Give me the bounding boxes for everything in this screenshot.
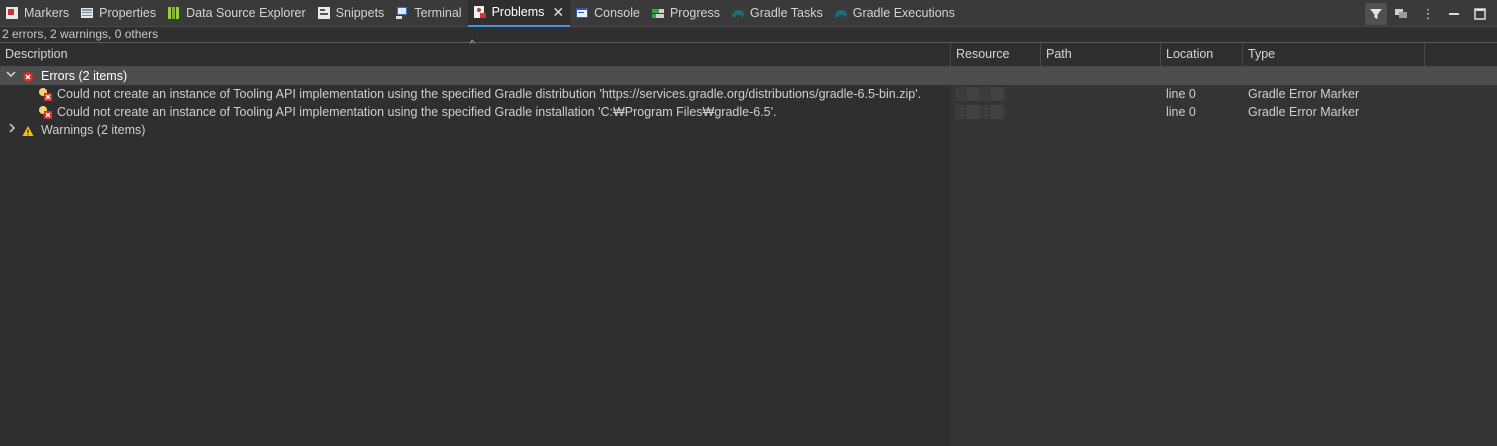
column-header-description[interactable]: Description (0, 43, 951, 66)
problem-location: line 0 (1166, 87, 1196, 101)
group-row-errors[interactable]: Errors (2 items) (0, 67, 1497, 85)
redacted-resource (955, 87, 1005, 101)
chevron-down-icon[interactable] (6, 67, 16, 85)
group-label: Warnings (2 items) (41, 123, 146, 137)
snippets-icon (316, 5, 332, 21)
problem-location: line 0 (1166, 105, 1196, 119)
tab-console[interactable]: Console (570, 0, 646, 27)
problem-description: Could not create an instance of Tooling … (57, 105, 777, 119)
tab-gradle-tasks[interactable]: Gradle Tasks (726, 0, 829, 27)
tab-terminal[interactable]: Terminal (390, 0, 467, 27)
table-header: ^ Description Resource Path Location Typ… (0, 39, 1497, 67)
maximize-icon[interactable] (1469, 3, 1491, 25)
redacted-resource (955, 105, 1005, 119)
console-icon (574, 5, 590, 21)
view-toolbar: ⋮ (1365, 0, 1491, 27)
column-header-location[interactable]: Location (1161, 43, 1243, 66)
tab-label: Properties (99, 6, 157, 20)
column-header-resource[interactable]: Resource (951, 43, 1041, 66)
column-header-path[interactable]: Path (1041, 43, 1161, 66)
tab-snippets[interactable]: Snippets (312, 0, 391, 27)
tab-problems[interactable]: Problems ✕ (467, 0, 571, 27)
problem-type: Gradle Error Marker (1248, 105, 1360, 119)
tab-label: Progress (669, 6, 720, 20)
warning-icon (22, 124, 34, 142)
data-source-explorer-icon (166, 5, 182, 21)
tab-progress[interactable]: Progress (646, 0, 726, 27)
minimize-icon[interactable] (1443, 3, 1465, 25)
column-header-type[interactable]: Type (1243, 43, 1425, 66)
tab-label: Data Source Explorer (186, 6, 306, 20)
tab-label: Snippets (335, 6, 385, 20)
tab-label: Gradle Executions (852, 6, 955, 20)
tab-properties[interactable]: Properties (75, 0, 162, 27)
terminal-icon (394, 5, 410, 21)
group-label: Errors (2 items) (41, 69, 128, 83)
gradle-elephant-icon (730, 5, 746, 21)
gradle-elephant-icon (833, 5, 849, 21)
problems-icon (472, 4, 488, 20)
markers-icon (4, 5, 20, 21)
tab-label: Problems (491, 5, 545, 19)
problems-view: Markers Properties Data Source Explorer … (0, 0, 1497, 446)
filter-icon[interactable] (1365, 2, 1387, 25)
table-row[interactable]: Could not create an instance of Tooling … (0, 85, 1497, 103)
group-row-warnings[interactable]: Warnings (2 items) (0, 121, 1497, 139)
problem-description: Could not create an instance of Tooling … (57, 87, 922, 101)
tab-markers[interactable]: Markers (0, 0, 75, 27)
table-row[interactable]: Could not create an instance of Tooling … (0, 103, 1497, 121)
tab-label: Markers (24, 6, 70, 20)
tab-label: Terminal (414, 6, 462, 20)
problems-table: ^ Description Resource Path Location Typ… (0, 39, 1497, 446)
problems-summary: 2 errors, 2 warnings, 0 others (2, 27, 159, 41)
tab-label: Gradle Tasks (750, 6, 823, 20)
chevron-right-icon[interactable] (7, 121, 17, 139)
tab-gradle-executions[interactable]: Gradle Executions (829, 0, 961, 27)
progress-icon (650, 5, 666, 21)
tab-label: Console (594, 6, 640, 20)
properties-icon (79, 5, 95, 21)
problem-type: Gradle Error Marker (1248, 87, 1360, 101)
view-tab-bar: Markers Properties Data Source Explorer … (0, 0, 1497, 27)
view-menu-icon[interactable] (1391, 3, 1413, 25)
more-options-icon[interactable]: ⋮ (1417, 3, 1439, 25)
close-icon[interactable]: ✕ (552, 5, 564, 19)
tab-data-source-explorer[interactable]: Data Source Explorer (162, 0, 312, 27)
